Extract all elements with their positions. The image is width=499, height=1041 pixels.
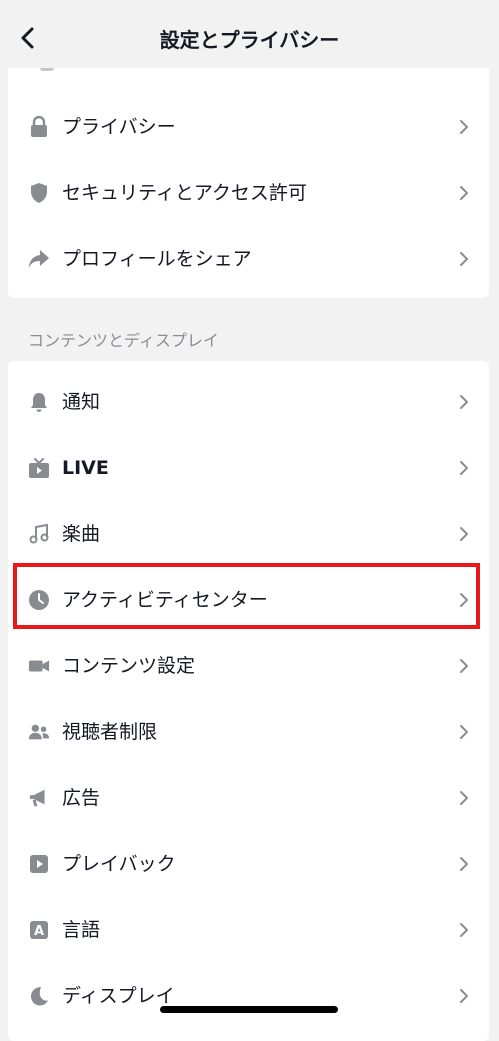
chevron-right-icon — [460, 791, 468, 805]
settings-item-label: コンテンツ設定 — [62, 655, 196, 677]
chevron-right-icon — [460, 593, 468, 607]
settings-item-live[interactable]: LIVE — [8, 435, 489, 501]
settings-item-audience-controls[interactable]: 視聴者制限 — [8, 699, 489, 765]
chevron-right-icon — [460, 120, 468, 134]
settings-item-label: LIVE — [62, 457, 109, 479]
settings-item-label: プライバシー — [62, 116, 176, 138]
moon-icon — [28, 985, 50, 1007]
users-icon — [28, 721, 50, 743]
chevron-right-icon — [460, 252, 468, 266]
settings-item-label: アクティビティセンター — [62, 589, 268, 611]
chevron-right-icon — [460, 186, 468, 200]
settings-item-label: 広告 — [62, 787, 101, 809]
video-camera-icon — [28, 655, 50, 677]
settings-item-content-settings[interactable]: コンテンツ設定 — [8, 633, 489, 699]
settings-item-music[interactable]: 楽曲 — [8, 501, 489, 567]
settings-item-label: プロフィールをシェア — [62, 248, 252, 270]
settings-item-privacy[interactable]: プライバシー — [8, 94, 489, 160]
nav-header: 設定とプライバシー — [0, 0, 499, 68]
home-indicator — [160, 1006, 338, 1013]
settings-item-activity-center[interactable]: アクティビティセンター — [8, 567, 489, 633]
settings-item-label: 通知 — [62, 391, 101, 413]
settings-group-account: プライバシー セキュリティとアクセス許可 プロフィールをシェア — [8, 68, 489, 298]
settings-item-playback[interactable]: プレイバック — [8, 831, 489, 897]
music-note-icon — [28, 523, 50, 545]
chevron-right-icon — [460, 659, 468, 673]
chevron-right-icon — [460, 989, 468, 1003]
chevron-right-icon — [460, 527, 468, 541]
chevron-right-icon — [460, 857, 468, 871]
settings-item-label: セキュリティとアクセス許可 — [62, 182, 307, 204]
settings-item-label: 言語 — [62, 919, 101, 941]
clock-icon — [28, 589, 50, 611]
chevron-right-icon — [460, 461, 468, 475]
tv-icon — [28, 457, 50, 479]
settings-item-display[interactable]: ディスプレイ — [8, 963, 489, 1029]
settings-item-notifications[interactable]: 通知 — [8, 369, 489, 435]
settings-item-security[interactable]: セキュリティとアクセス許可 — [8, 160, 489, 226]
settings-group-content-display: 通知 LIVE 楽曲 アクティビティセンター コンテンツ設定 視聴者制限 広告 … — [8, 361, 489, 1041]
share-arrow-icon — [28, 248, 50, 270]
shield-icon — [28, 182, 50, 204]
chevron-right-icon — [460, 395, 468, 409]
section-title: コンテンツとディスプレイ — [28, 331, 219, 350]
settings-item-label: 視聴者制限 — [62, 721, 158, 743]
settings-item-label: 楽曲 — [62, 523, 101, 545]
lock-icon — [28, 116, 50, 138]
settings-item-ads[interactable]: 広告 — [8, 765, 489, 831]
page-title: 設定とプライバシー — [159, 28, 340, 52]
language-icon: A — [28, 919, 50, 941]
settings-item-share-profile[interactable]: プロフィールをシェア — [8, 226, 489, 292]
language-icon-letter: A — [34, 924, 44, 939]
partial-icon — [40, 68, 54, 71]
play-icon — [28, 853, 50, 875]
chevron-right-icon — [460, 923, 468, 937]
bell-icon — [28, 391, 50, 413]
settings-item-label: ディスプレイ — [62, 985, 175, 1007]
chevron-right-icon — [460, 725, 468, 739]
megaphone-icon — [28, 787, 50, 809]
settings-item-label: プレイバック — [62, 853, 176, 875]
settings-item-language[interactable]: A 言語 — [8, 897, 489, 963]
